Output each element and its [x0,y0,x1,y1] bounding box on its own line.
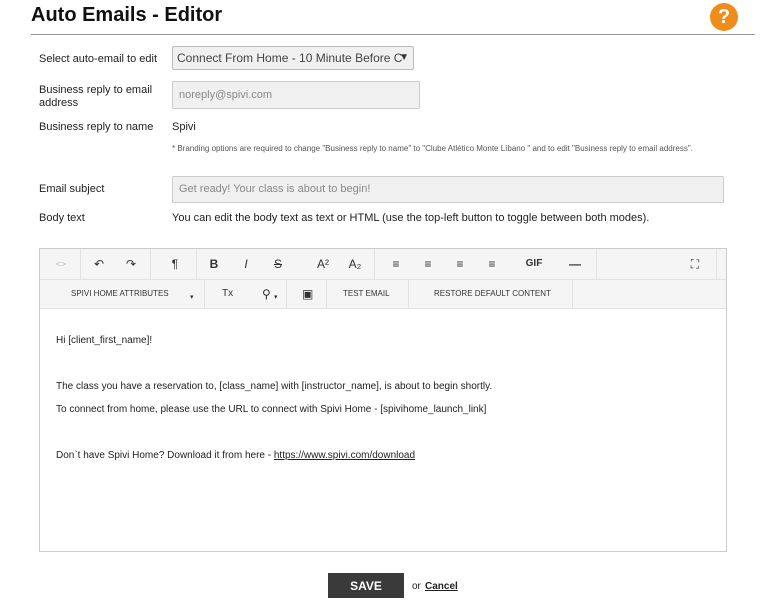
align-center-button[interactable]: ≡ [417,249,439,279]
justify-button[interactable]: ≡ [481,249,503,279]
editor-toolbar-primary: <> ↶ ↷ ¶ B I S A² A₂ ≡ ≡ ≡ ≡ GIF — ⛶ [40,249,726,280]
toolbar-divider [572,280,573,308]
body-greeting: Hi [client_first_name]! [56,335,153,346]
toolbar-divider [80,249,81,279]
body-label: Body text [39,212,85,224]
branding-note: * Branding options are required to chang… [172,144,693,153]
body-paragraph: To connect from home, please use the URL… [56,404,487,415]
chevron-down-icon: ▼ [399,52,409,63]
editor-toolbar-secondary: SPIVI HOME ATTRIBUTES ▾ Tx ⚲ ▾ ▣ TEST EM… [40,280,726,309]
clear-format-button[interactable]: Tx [222,280,233,308]
toolbar-divider [374,249,375,279]
subscript-button[interactable]: A₂ [344,249,366,279]
title-divider [31,34,755,35]
source-toggle-button[interactable]: <> [50,249,72,279]
download-link[interactable]: https://www.spivi.com/download [274,450,415,461]
toolbar-divider [150,249,151,279]
toolbar-divider [196,249,197,279]
gif-button[interactable]: GIF [520,249,548,279]
select-email-label: Select auto-email to edit [39,53,158,65]
subject-label: Email subject [39,183,105,195]
question-circle-icon[interactable]: ? [710,3,738,31]
reply-email-label: Business reply to email address [39,84,153,109]
auto-email-select-value: Connect From Home - 10 Minute Before C [177,51,403,65]
spivi-home-attributes-dropdown[interactable]: SPIVI HOME ATTRIBUTES [71,280,169,308]
cancel-link[interactable]: Cancel [425,581,458,592]
toolbar-divider [596,249,597,279]
fullscreen-icon[interactable]: ⛶ [684,249,706,279]
page-title: Auto Emails - Editor [31,4,223,26]
body-download-line: Don`t have Spivi Home? Download it from … [56,450,415,461]
toolbar-divider [204,280,205,308]
reply-name-label: Business reply to name [39,121,154,133]
chevron-down-icon: ▾ [190,294,194,301]
rich-text-editor: <> ↶ ↷ ¶ B I S A² A₂ ≡ ≡ ≡ ≡ GIF — ⛶ SPI… [39,248,727,552]
toolbar-divider [326,280,327,308]
align-right-button[interactable]: ≡ [449,249,471,279]
or-text: or [412,581,421,592]
align-left-button[interactable]: ≡ [385,249,407,279]
body-paragraph: The class you have a reservation to, [cl… [56,381,493,392]
chevron-down-icon: ▾ [274,294,278,301]
body-hint: You can edit the body text as text or HT… [172,212,650,224]
toolbar-divider [716,249,717,279]
save-button[interactable]: SAVE [328,573,404,598]
link-button[interactable]: ⚲ [262,280,271,308]
download-prefix: Don`t have Spivi Home? Download it from … [56,450,274,461]
restore-default-content-button[interactable]: RESTORE DEFAULT CONTENT [434,280,551,308]
paragraph-format-button[interactable]: ¶ [164,249,186,279]
reply-name-value: Spivi [172,121,196,133]
superscript-button[interactable]: A² [312,249,334,279]
toolbar-divider [286,280,287,308]
strikethrough-button[interactable]: S [267,249,289,279]
toolbar-divider [408,280,409,308]
horizontal-rule-button[interactable]: — [564,249,586,279]
reply-email-field[interactable]: noreply@spivi.com [172,81,420,109]
italic-button[interactable]: I [235,249,257,279]
redo-button[interactable]: ↷ [120,249,142,279]
insert-image-button[interactable]: ▣ [302,280,313,308]
auto-email-select[interactable]: Connect From Home - 10 Minute Before C ▼ [172,46,414,70]
subject-field[interactable]: Get ready! Your class is about to begin! [172,176,724,203]
undo-button[interactable]: ↶ [88,249,110,279]
test-email-button[interactable]: TEST EMAIL [343,280,390,308]
bold-button[interactable]: B [203,249,225,279]
